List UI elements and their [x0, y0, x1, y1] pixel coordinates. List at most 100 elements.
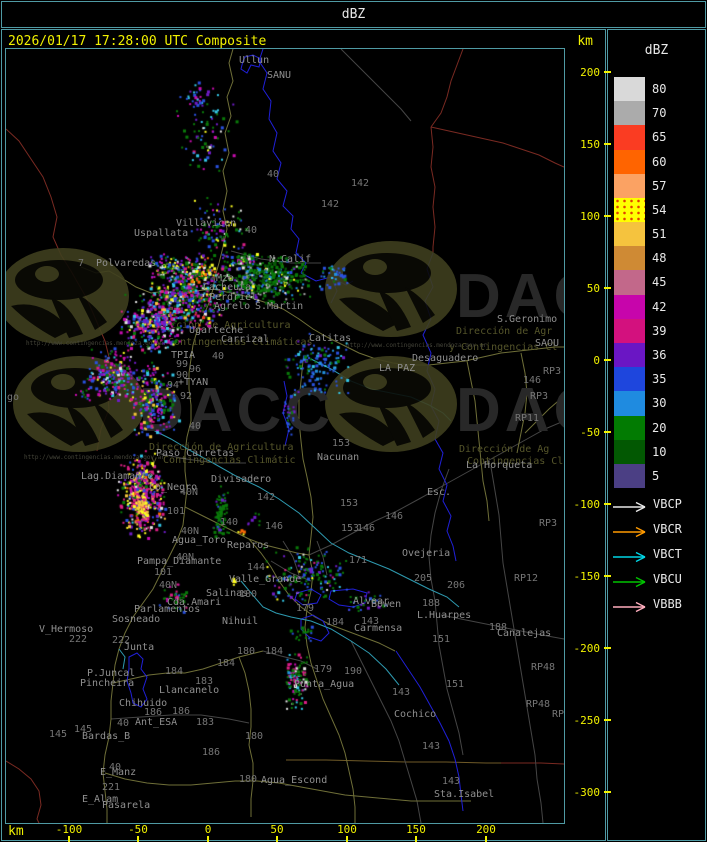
legend-scale-value: 54: [652, 202, 667, 217]
map-label: 96: [189, 364, 202, 375]
map-label: S.Geronimo: [497, 314, 558, 325]
vector-legend-label: VBCR: [653, 522, 682, 536]
map-label: 143: [422, 741, 441, 752]
map-label: 179: [296, 603, 315, 614]
map-label: LA PAZ: [379, 363, 416, 374]
legend-scale-swatch: [614, 77, 645, 102]
map-label: 184: [326, 617, 345, 628]
map-label: Valle_Grande: [229, 574, 302, 585]
bottom-axis-tick: [415, 836, 417, 842]
right-axis-tick: [604, 719, 611, 721]
map-label: 206: [447, 580, 466, 591]
map-label: 99: [176, 359, 189, 370]
map-label: 184: [165, 666, 184, 677]
map-label: 186: [202, 747, 221, 758]
map-label: 7: [78, 258, 85, 269]
map-label: Lag.Diamante: [81, 471, 154, 482]
map-label: Desaguadero: [412, 353, 479, 364]
map-label: 142: [321, 199, 340, 210]
right-axis-tick-label: -50: [580, 426, 600, 439]
map-label: 92: [180, 391, 193, 402]
map-label: 179: [314, 664, 333, 675]
map-label: 40N: [180, 487, 199, 498]
map-label: Paso_Carretas: [156, 448, 235, 459]
vector-legend-row: [612, 548, 652, 563]
map-label: Sosneado: [112, 614, 161, 625]
vector-arrow-icon: [613, 526, 646, 538]
legend-scale-value: 30: [652, 396, 667, 411]
map-label: Punta_Agua: [294, 679, 355, 690]
map-label: 144: [247, 562, 266, 573]
map-label: RP48: [526, 699, 551, 710]
map-label: 186: [144, 707, 163, 718]
map-label: 40: [267, 169, 280, 180]
legend-scale-swatch: [614, 149, 645, 174]
map-label: 142: [351, 178, 370, 189]
map-label: 183: [195, 676, 214, 687]
map-label: 142: [257, 492, 276, 503]
legend-scale-value: 20: [652, 420, 667, 435]
legend-scale-value: 35: [652, 372, 667, 387]
legend-scale-swatch: [614, 318, 645, 343]
vector-legend-row: [612, 523, 652, 538]
right-axis-tick-label: -100: [573, 498, 601, 511]
right-axis-tick: [604, 215, 611, 217]
legend-scale-value: 5: [652, 468, 660, 483]
bottom-axis-tick: [137, 836, 139, 842]
legend-scale-value: 65: [652, 130, 667, 145]
map-label: Catitas: [309, 333, 352, 344]
map-label: 151: [432, 634, 451, 645]
map-label: Cochico: [394, 709, 437, 720]
map-label: RP12: [514, 573, 539, 584]
map-label: 40: [245, 225, 258, 236]
right-axis-tick: [604, 143, 611, 145]
map-label: Agrelo: [214, 301, 251, 312]
vector-arrow-icon: [613, 601, 646, 613]
vector-arrow-icon: [613, 551, 646, 563]
map-label: Ovejeria: [402, 548, 451, 559]
map-label: Sta.Isabel: [434, 789, 495, 800]
bottom-axis-tick-label: 150: [406, 823, 426, 836]
map-label: 184: [217, 658, 236, 669]
map-label: Villavicen: [176, 218, 237, 229]
map-label: 180: [239, 589, 258, 600]
legend-scale-swatch: [614, 415, 645, 440]
legend-scale-swatch: [614, 270, 645, 295]
map-label: 101: [154, 567, 173, 578]
map-label: L.Huarpes: [417, 610, 472, 621]
vector-legend-label: VBCP: [653, 497, 682, 511]
map-label: Canalejas: [497, 628, 552, 639]
legend-scale-value: 39: [652, 323, 667, 338]
legend-scale-value: 80: [652, 82, 667, 96]
map-label: Reparos: [227, 540, 270, 551]
map-label: 40: [189, 421, 202, 432]
legend-scale-value: 36: [652, 347, 667, 362]
map-label: Carmensa: [354, 623, 403, 634]
vector-legend-row: [612, 498, 652, 513]
map-label: 180: [237, 646, 256, 657]
map-label: Agua_Toro: [172, 535, 227, 546]
bottom-axis-tick-label: -50: [128, 823, 148, 836]
right-axis-tick-label: -250: [573, 714, 601, 727]
timestamp-label: 2026/01/17 17:28:00 UTC Composite: [8, 34, 267, 49]
legend-title: dBZ: [644, 43, 669, 58]
radar-echo-layer: [6, 49, 564, 823]
map-label: RP3: [530, 391, 549, 402]
map-label: La Horqueta: [466, 460, 533, 471]
right-axis-tick: [604, 287, 611, 289]
vector-arrow-icon: [613, 501, 646, 513]
legend-scale-value: 57: [652, 178, 667, 193]
right-axis-tick: [604, 575, 611, 577]
title-bar: dBZ: [1, 1, 706, 28]
bottom-axis-tick-label: -100: [55, 823, 83, 836]
map-label: 143: [442, 776, 461, 787]
map-label: 183: [196, 717, 215, 728]
map-label: RP48: [531, 662, 556, 673]
map-label: 40: [117, 718, 130, 729]
legend-scale-swatch: [614, 439, 645, 464]
legend-scale-value: 42: [652, 299, 667, 314]
map-label: Divisadero: [211, 474, 272, 485]
legend-scale-swatch: [614, 391, 645, 416]
map-label: 186: [172, 706, 191, 717]
legend-scale-swatch: [614, 125, 645, 150]
